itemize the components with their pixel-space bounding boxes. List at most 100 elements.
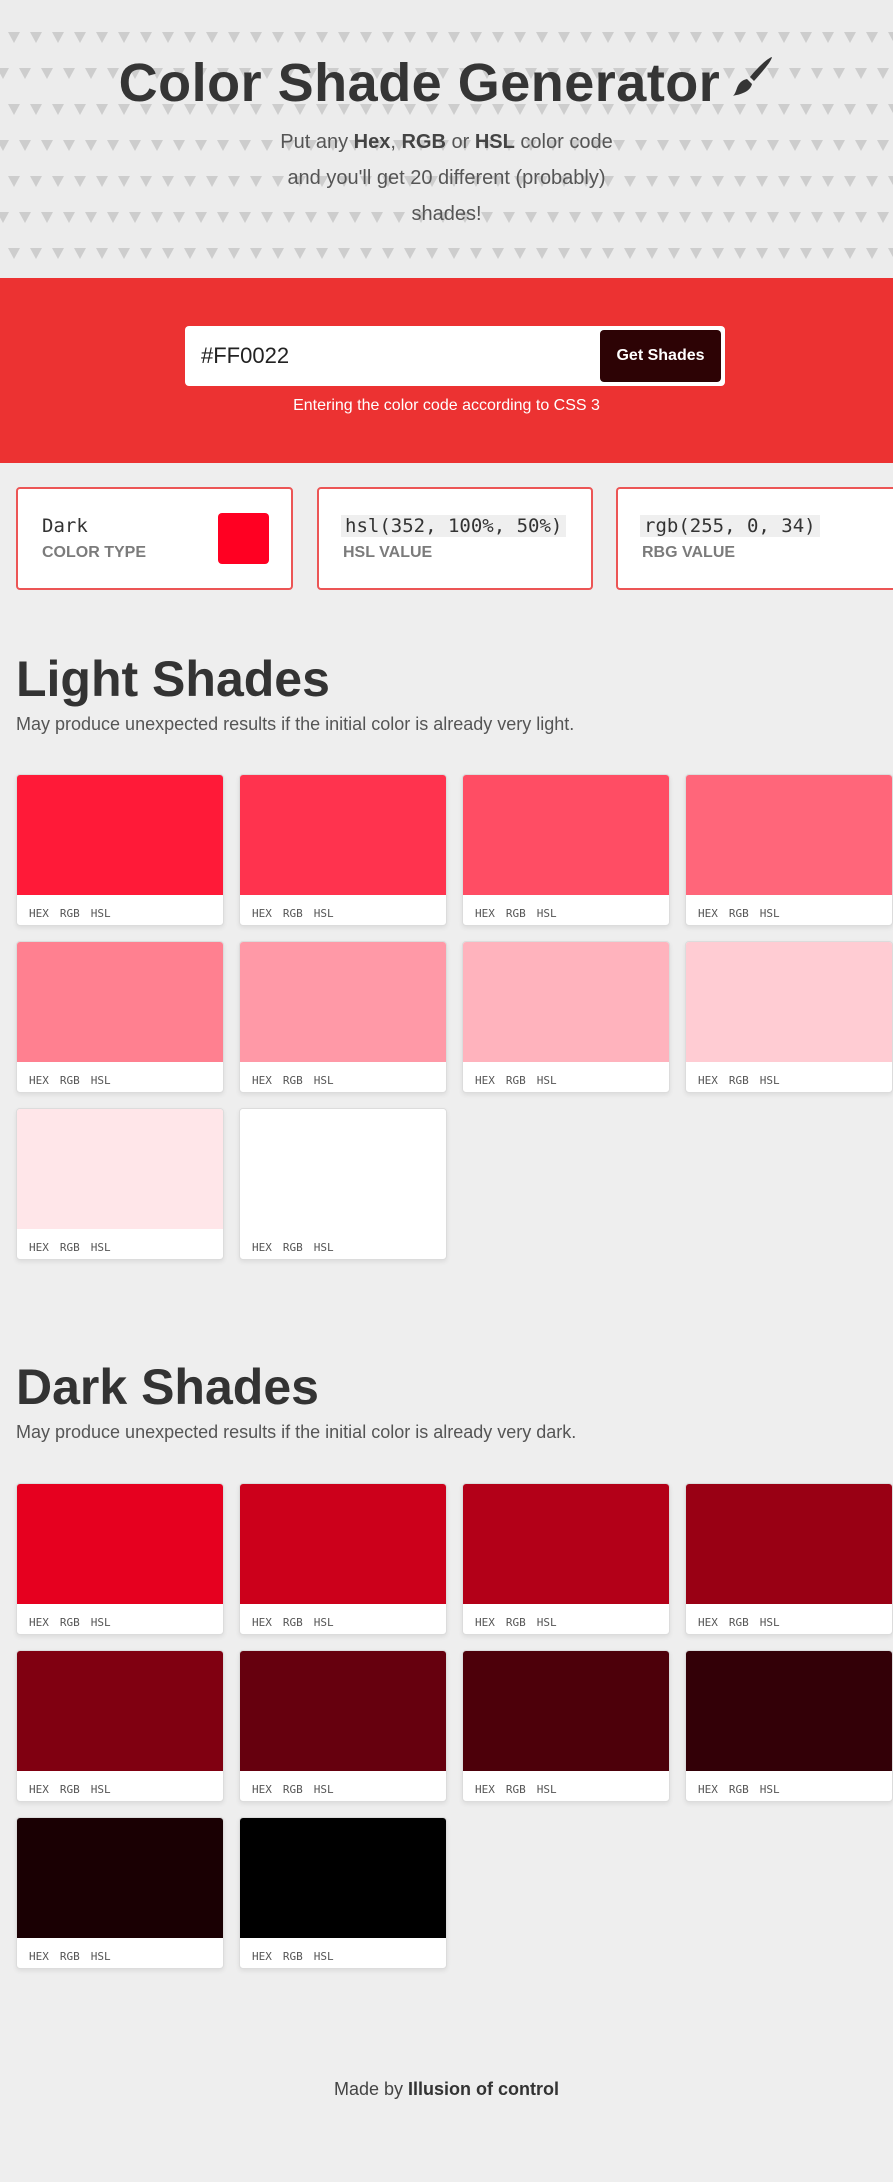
copy-hsl-link[interactable]: HSL [314,1950,334,1963]
pattern-triangle [184,176,196,187]
copy-rgb-link[interactable]: RGB [283,1783,303,1796]
copy-rgb-link[interactable]: RGB [60,1074,80,1087]
pattern-triangle [41,140,53,151]
copy-rgb-link[interactable]: RGB [506,907,526,920]
copy-rgb-link[interactable]: RGB [729,907,749,920]
copy-hsl-link[interactable]: HSL [91,1616,111,1629]
dark-shade-card: HEX RGB HSL [462,1483,670,1635]
copy-hex-link[interactable]: HEX [29,1241,49,1254]
copy-hsl-link[interactable]: HSL [314,1616,334,1629]
pattern-triangle [855,140,867,151]
copy-rgb-link[interactable]: RGB [506,1074,526,1087]
copy-hsl-link[interactable]: HSL [537,1783,557,1796]
dark-shade-swatch [17,1651,223,1771]
pattern-triangle [767,140,779,151]
copy-rgb-link[interactable]: RGB [729,1783,749,1796]
copy-hsl-link[interactable]: HSL [314,1783,334,1796]
color-code-input[interactable] [201,342,581,370]
subtitle-rgb: RGB [401,131,446,153]
copy-hex-link[interactable]: HEX [252,1241,272,1254]
copy-hex-link[interactable]: HEX [475,1783,495,1796]
copy-hex-link[interactable]: HEX [475,1616,495,1629]
light-shade-swatch [463,775,669,895]
pattern-triangle [624,248,636,259]
copy-hex-link[interactable]: HEX [252,1783,272,1796]
copy-rgb-link[interactable]: RGB [283,1074,303,1087]
copy-rgb-link[interactable]: RGB [60,1616,80,1629]
pattern-triangle [195,212,207,223]
copy-hex-link[interactable]: HEX [29,1783,49,1796]
copy-hsl-link[interactable]: HSL [314,1241,334,1254]
pattern-triangle [206,248,218,259]
copy-hsl-link[interactable]: HSL [91,1783,111,1796]
copy-hsl-link[interactable]: HSL [537,907,557,920]
copy-hex-link[interactable]: HEX [252,907,272,920]
copy-hsl-link[interactable]: HSL [91,907,111,920]
copy-hex-link[interactable]: HEX [29,1616,49,1629]
copy-hsl-link[interactable]: HSL [537,1074,557,1087]
dark-shade-swatch [463,1651,669,1771]
pattern-triangle [668,32,680,43]
copy-rgb-link[interactable]: RGB [729,1616,749,1629]
copy-rgb-link[interactable]: RGB [283,907,303,920]
copy-hsl-link[interactable]: HSL [537,1616,557,1629]
dark-shade-card: HEX RGB HSL [685,1483,893,1635]
copy-hex-link[interactable]: HEX [29,1950,49,1963]
copy-hex-link[interactable]: HEX [252,1074,272,1087]
dark-shade-card: HEX RGB HSL [462,1650,670,1802]
get-shades-button[interactable]: Get Shades [600,330,721,382]
copy-hex-link[interactable]: HEX [475,907,495,920]
copy-hex-link[interactable]: HEX [252,1616,272,1629]
copy-hex-link[interactable]: HEX [475,1074,495,1087]
copy-hex-link[interactable]: HEX [29,907,49,920]
copy-hsl-link[interactable]: HSL [760,1783,780,1796]
copy-hsl-link[interactable]: HSL [760,907,780,920]
pattern-triangle [767,212,779,223]
copy-rgb-link[interactable]: RGB [506,1783,526,1796]
dark-shade-swatch [240,1818,446,1938]
pattern-triangle [712,248,724,259]
pattern-triangle [866,248,878,259]
shade-copy-links: HEX RGB HSL [252,1783,345,1796]
copy-rgb-link[interactable]: RGB [60,1241,80,1254]
copy-rgb-link[interactable]: RGB [283,1950,303,1963]
copy-hsl-link[interactable]: HSL [91,1074,111,1087]
copy-hsl-link[interactable]: HSL [91,1241,111,1254]
pattern-triangle [63,212,75,223]
copy-hex-link[interactable]: HEX [698,907,718,920]
dark-shade-swatch [17,1818,223,1938]
copy-rgb-link[interactable]: RGB [283,1241,303,1254]
footer-author-link[interactable]: Illusion of control [408,2079,559,2099]
copy-rgb-link[interactable]: RGB [60,907,80,920]
copy-hsl-link[interactable]: HSL [760,1074,780,1087]
pattern-triangle [239,212,251,223]
copy-hex-link[interactable]: HEX [698,1074,718,1087]
copy-rgb-link[interactable]: RGB [729,1074,749,1087]
dark-shade-swatch [17,1484,223,1604]
copy-rgb-link[interactable]: RGB [506,1616,526,1629]
pattern-triangle [151,140,163,151]
subtitle-prefix: Put any [280,131,354,153]
dark-shades-title: Dark Shades [16,1359,319,1415]
hsl-value: hsl(352, 100%, 50%) [341,515,567,537]
dark-shade-card: HEX RGB HSL [239,1817,447,1969]
subtitle-sep: , [390,131,402,153]
pattern-triangle [679,212,691,223]
copy-hsl-link[interactable]: HSL [314,907,334,920]
copy-hex-link[interactable]: HEX [698,1616,718,1629]
pattern-triangle [8,248,20,259]
hsl-card: hsl(352, 100%, 50%) HSL VALUE [317,487,593,590]
pattern-triangle [800,176,812,187]
copy-rgb-link[interactable]: RGB [60,1950,80,1963]
copy-hex-link[interactable]: HEX [252,1950,272,1963]
copy-hex-link[interactable]: HEX [698,1783,718,1796]
paintbrush-icon [730,50,774,112]
copy-hex-link[interactable]: HEX [29,1074,49,1087]
copy-hsl-link[interactable]: HSL [760,1616,780,1629]
copy-rgb-link[interactable]: RGB [60,1783,80,1796]
pattern-triangle [404,32,416,43]
pattern-triangle [833,212,845,223]
copy-hsl-link[interactable]: HSL [91,1950,111,1963]
copy-rgb-link[interactable]: RGB [283,1616,303,1629]
copy-hsl-link[interactable]: HSL [314,1074,334,1087]
